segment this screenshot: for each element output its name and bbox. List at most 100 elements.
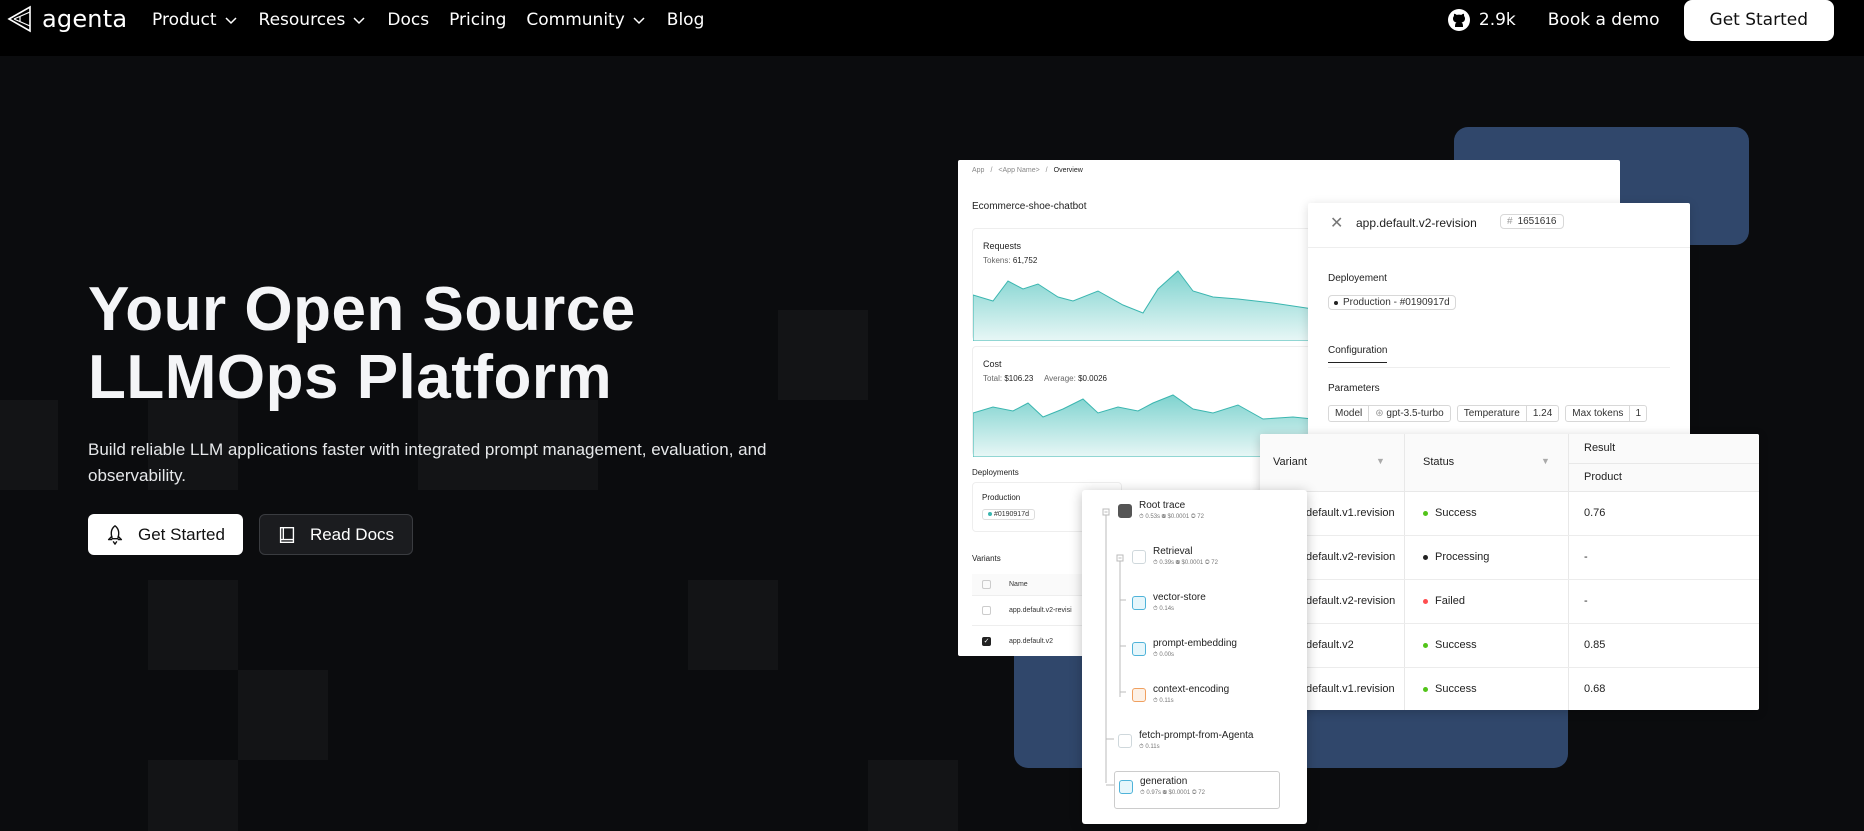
read-docs-button[interactable]: Read Docs [258,514,414,555]
table-row[interactable]: default.v1.revision Success 0.68 [1260,668,1759,710]
trace-node-name: vector-store [1153,592,1206,603]
table-row[interactable]: default.v1.revision Success 0.76 [1260,492,1759,536]
breadcrumb-app[interactable]: App [972,167,984,174]
chevron-down-icon [353,17,365,25]
fetch-icon [1118,734,1132,748]
nav-pricing-label: Pricing [449,10,507,30]
hero-cta-group: Get Started Read Docs [88,514,414,555]
bg-square [238,670,328,760]
bg-square [778,310,868,400]
revision-title: app.default.v2-revision [1356,216,1477,230]
nav-pricing[interactable]: Pricing [449,10,506,30]
trace-node-name: fetch-prompt-from-Agenta [1139,730,1254,741]
row-status: Success [1435,507,1477,519]
bg-square [868,760,958,831]
runs-table-card: Variant ▼ Status ▼ Result Product defaul… [1260,434,1759,710]
variant-row[interactable]: ✓ app.default.v2 [972,626,1092,656]
nav-resources-label: Resources [258,10,346,30]
trace-node-selected[interactable]: generation ⏱ 0.97s ⛁ $0.0001 ◎ 72 [1114,771,1280,809]
table-row[interactable]: default.v2 Success 0.85 [1260,624,1759,668]
book-demo-link[interactable]: Book a demo [1548,10,1660,30]
row-result: 0.68 [1584,683,1606,695]
nav-docs[interactable]: Docs [387,10,429,30]
bg-square [148,580,238,670]
trace-node-meta: ⏱ 0.39s ⛁ $0.0001 ◎ 72 [1153,560,1218,566]
trace-node[interactable]: vector-store ⏱ 0.14s [1132,592,1206,613]
bg-square [0,400,58,490]
row-status: Success [1435,639,1477,651]
nav-community-label: Community [526,10,625,30]
nav-blog[interactable]: Blog [667,10,705,30]
checkbox[interactable] [982,580,991,589]
runs-header: Variant ▼ Status ▼ Result Product [1260,434,1759,710]
params-row: Model ⊛ gpt-3.5-turbo Temperature 1.24 M… [1328,405,1647,422]
hero-title-line1: Your Open Source [88,275,636,344]
variants-col-name: Name [1009,581,1028,588]
filter-icon[interactable]: ▼ [1541,456,1550,466]
nav-resources[interactable]: Resources [259,10,368,30]
trace-node-meta: ⏱ 0.11s [1153,698,1174,704]
nav-product-label: Product [152,10,217,30]
nav-right: 2.9k Book a demo Get Started [1447,0,1834,41]
trace-node-meta: ⏱ 0.53s ⛁ $0.0001 ◎ 72 [1139,514,1204,520]
model-param[interactable]: Model ⊛ gpt-3.5-turbo [1328,405,1451,422]
row-status: Failed [1435,595,1465,607]
checkbox[interactable] [982,606,991,615]
root-trace-icon [1118,504,1132,518]
nav-blog-label: Blog [666,10,705,30]
agenta-logo-icon [7,5,31,33]
get-started-label: Get Started [138,524,225,544]
trace-node[interactable]: fetch-prompt-from-Agenta ⏱ 0.11s [1118,730,1254,751]
col-variant[interactable]: Variant [1273,456,1307,468]
col-status[interactable]: Status [1423,456,1454,468]
table-row[interactable]: default.v2-revision Failed - [1260,580,1759,624]
github-link[interactable]: 2.9k [1447,8,1516,32]
row-result: 0.85 [1584,639,1606,651]
deployment-label: Deployement [1328,273,1387,284]
book-icon [279,526,295,543]
status-dot [1423,599,1428,604]
github-stars: 2.9k [1478,10,1516,30]
deployment-id-chip: #0190917d [982,509,1035,520]
breadcrumb-app-name[interactable]: <App Name> [998,167,1039,174]
checkbox-checked[interactable]: ✓ [982,636,991,646]
nav-get-started-button[interactable]: Get Started [1683,0,1834,41]
generation-icon [1119,780,1133,794]
model-label: Model [1329,406,1370,421]
database-icon [1132,596,1146,610]
document-icon [1132,550,1146,564]
row-variant: default.v1.revision [1306,683,1395,695]
table-row[interactable]: default.v2-revision Processing - [1260,536,1759,580]
variants-table: Name app.default.v2-revisi ✓ app.default… [972,574,1092,656]
deployments-label: Deployments [972,468,1019,477]
status-dot [1423,555,1428,560]
openai-icon: ⊛ [1375,408,1384,419]
get-started-button[interactable]: Get Started [88,514,243,555]
trace-node[interactable]: prompt-embedding ⏱ 0.00s [1132,638,1237,659]
nav-community[interactable]: Community [526,10,646,30]
temperature-label: Temperature [1458,406,1527,421]
nav-product[interactable]: Product [152,10,239,30]
variant-row[interactable]: app.default.v2-revisi [972,596,1092,626]
trace-node[interactable]: Root trace ⏱ 0.53s ⛁ $0.0001 ◎ 72 [1118,500,1204,521]
max-tokens-label: Max tokens [1566,406,1631,421]
status-dot [1423,511,1428,516]
row-variant: default.v1.revision [1306,507,1395,519]
trace-node-name: Retrieval [1153,546,1193,557]
close-icon[interactable]: ✕ [1330,213,1343,233]
trace-node-name: generation [1140,776,1188,787]
trace-node[interactable]: context-encoding ⏱ 0.11s [1132,684,1229,705]
max-tokens-value: 1 [1635,408,1641,419]
trace-node-meta: ⏱ 0.14s [1153,606,1175,612]
hero-subtitle: Build reliable LLM applications faster w… [88,440,767,485]
filter-icon[interactable]: ▼ [1376,456,1385,466]
brand-logo[interactable]: agenta [6,4,127,34]
variants-label: Variants [972,554,1001,563]
temperature-param[interactable]: Temperature 1.24 [1456,405,1560,422]
bg-square [148,760,238,831]
trace-node-name: context-encoding [1153,684,1230,695]
model-value: ⊛ gpt-3.5-turbo [1375,408,1444,419]
max-tokens-param[interactable]: Max tokens 1 [1565,405,1647,422]
trace-node[interactable]: Retrieval ⏱ 0.39s ⛁ $0.0001 ◎ 72 [1132,546,1218,567]
tab-configuration[interactable]: Configuration [1328,345,1388,363]
